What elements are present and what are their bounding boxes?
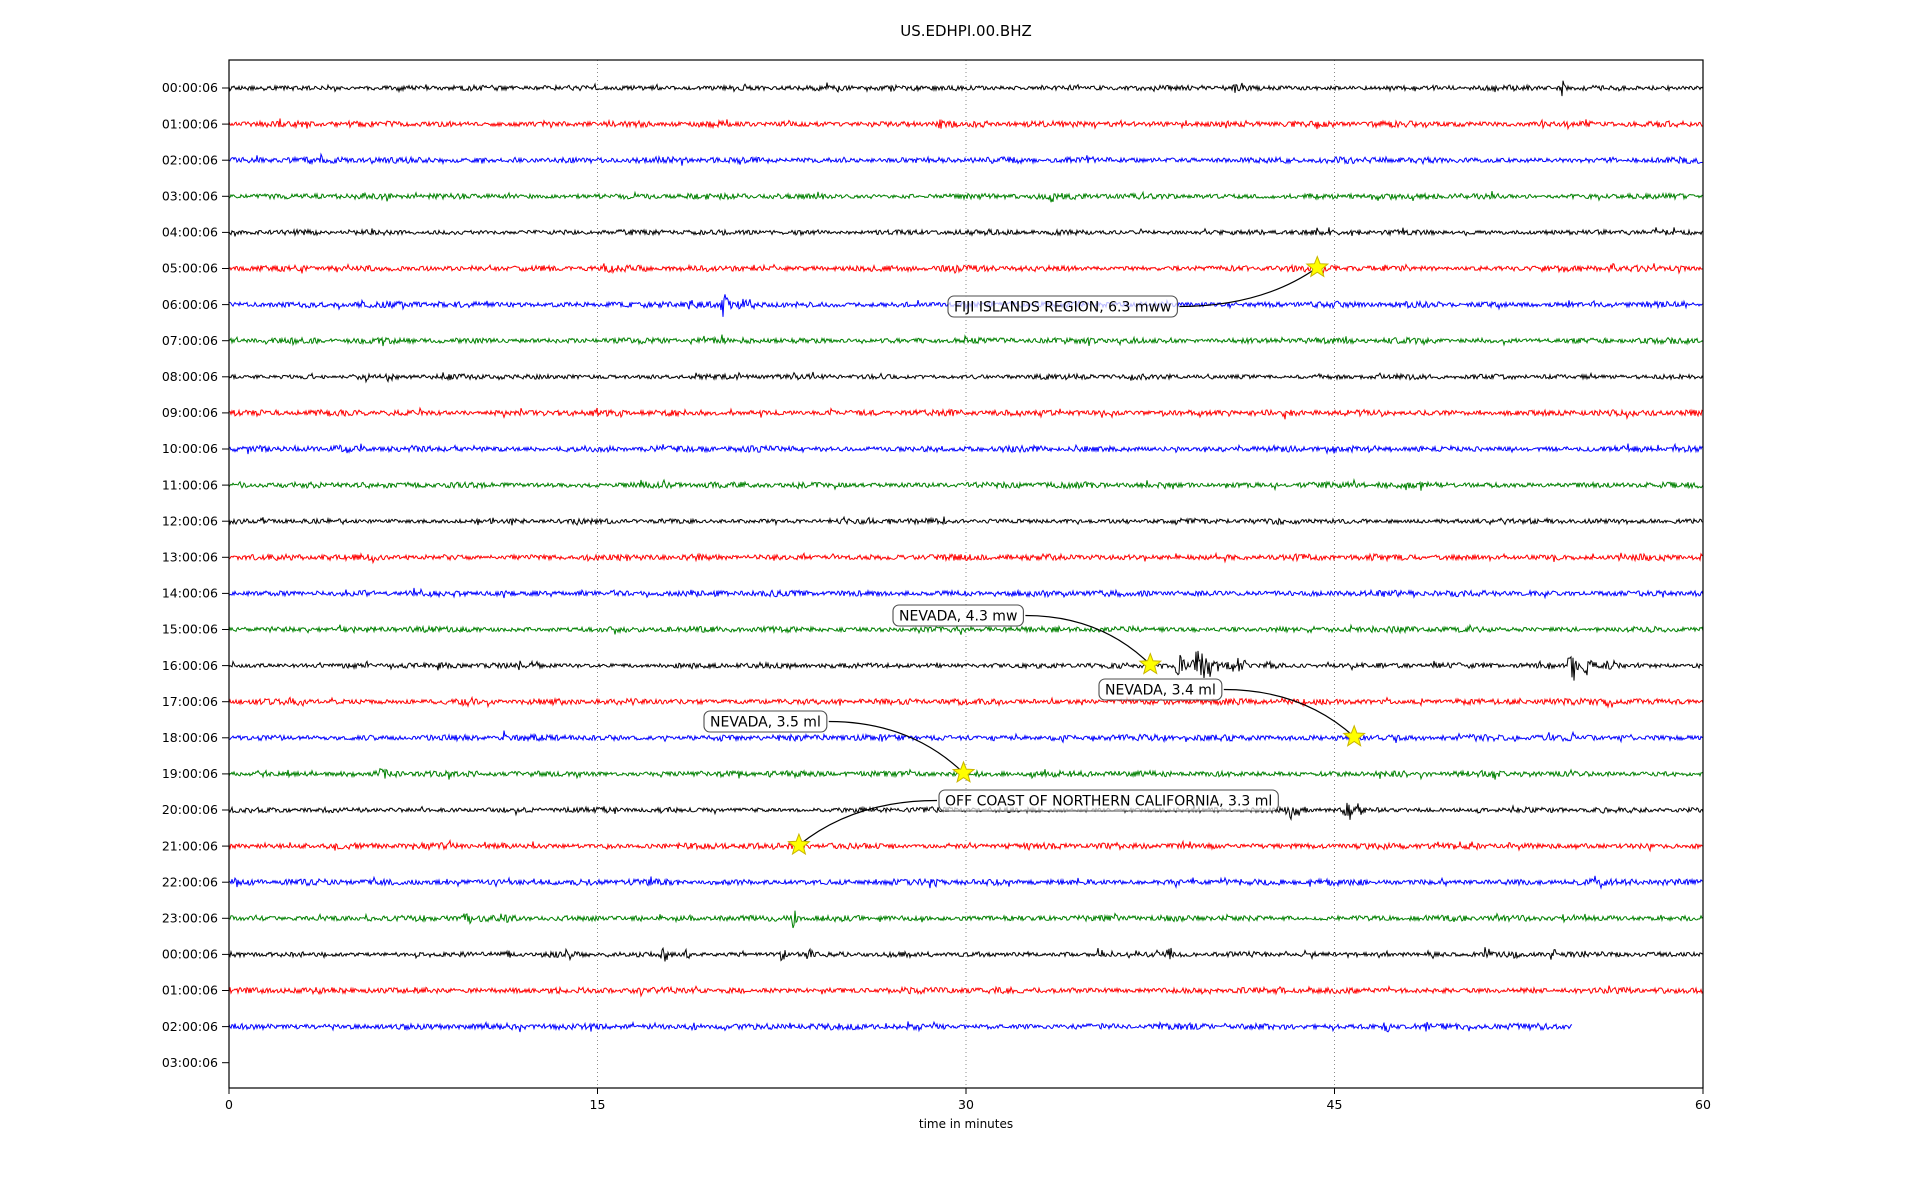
event-label-text-2: NEVADA, 3.4 ml [1105, 683, 1216, 699]
row-label-7: 07:00:06 [162, 333, 218, 348]
row-label-10: 10:00:06 [162, 441, 218, 456]
plot-frame [228, 59, 1704, 1089]
event-leader-line-4 [798, 799, 938, 846]
trace-row-25 [228, 985, 1704, 998]
helicorder-page: US.EDHPI.00.BHZ 00:00:06 01:00:06 02:00:06… [0, 0, 1920, 1200]
trace-row-24 [228, 946, 1704, 962]
row-label-9: 09:00:06 [162, 405, 218, 420]
row-label-27: 03:00:06 [162, 1055, 218, 1070]
trace-row-22 [228, 875, 1704, 890]
row-label-19: 19:00:06 [162, 766, 218, 781]
row-label-22: 22:00:06 [162, 874, 218, 889]
trace-row-23 [228, 910, 1704, 929]
row-label-25: 01:00:06 [162, 983, 218, 998]
row-label-14: 14:00:06 [162, 586, 218, 601]
row-label-11: 11:00:06 [162, 477, 218, 492]
trace-row-0 [228, 80, 1704, 97]
helicorder-chart: 00:00:06 01:00:06 02:00:06 03:00:06 04:00:06… [162, 59, 1711, 1131]
event-leader-line-1 [1025, 614, 1151, 666]
x-tick-label-45: 45 [1327, 1097, 1343, 1112]
row-label-15: 15:00:06 [162, 622, 218, 637]
event-label-text-3: NEVADA, 3.5 ml [710, 715, 821, 731]
row-label-12: 12:00:06 [162, 513, 218, 528]
x-tick-label-15: 15 [590, 1097, 606, 1112]
row-label-13: 13:00:06 [162, 550, 218, 565]
row-label-17: 17:00:06 [162, 694, 218, 709]
row-label-18: 18:00:06 [162, 730, 218, 745]
row-label-4: 04:00:06 [162, 225, 218, 240]
event-marker-star-0 [1305, 255, 1330, 278]
x-tick-label-30: 30 [958, 1097, 974, 1112]
row-label-2: 02:00:06 [162, 152, 218, 167]
row-label-24: 00:00:06 [162, 947, 218, 962]
event-leader-line-0 [1179, 267, 1318, 308]
trace-row-26 [228, 1020, 1573, 1033]
row-label-26: 02:00:06 [162, 1019, 218, 1034]
event-leader-line-3 [828, 720, 964, 774]
trace-row-9 [228, 406, 1704, 420]
trace-row-13 [228, 551, 1704, 565]
event-marker-star-1 [1138, 652, 1163, 675]
row-label-8: 08:00:06 [162, 369, 218, 384]
row-label-20: 20:00:06 [162, 802, 218, 817]
event-marker-star-4 [787, 832, 811, 856]
x-tick-label-60: 60 [1695, 1097, 1711, 1112]
event-label-text-0: FIJI ISLANDS REGION, 6.3 mww [954, 300, 1171, 316]
row-label-16: 16:00:06 [162, 658, 218, 673]
trace-row-21 [228, 838, 1704, 853]
row-label-23: 23:00:06 [162, 911, 218, 926]
row-label-6: 06:00:06 [162, 297, 218, 312]
event-label-text-4: OFF COAST OF NORTHERN CALIFORNIA, 3.3 ml [945, 794, 1272, 810]
row-label-3: 03:00:06 [162, 189, 218, 204]
event-label-text-1: NEVADA, 4.3 mw [899, 609, 1017, 625]
event-marker-star-2 [1342, 724, 1366, 747]
x-axis-label: time in minutes [919, 1117, 1013, 1131]
trace-row-17 [228, 695, 1704, 709]
trace-row-12 [228, 515, 1704, 527]
row-label-0: 00:00:06 [162, 80, 218, 95]
event-marker-star-3 [951, 760, 976, 783]
x-tick-label-0: 0 [225, 1097, 233, 1112]
row-label-5: 05:00:06 [162, 261, 218, 276]
row-label-21: 21:00:06 [162, 838, 218, 853]
row-label-1: 01:00:06 [162, 116, 218, 131]
trace-row-11 [228, 478, 1704, 492]
